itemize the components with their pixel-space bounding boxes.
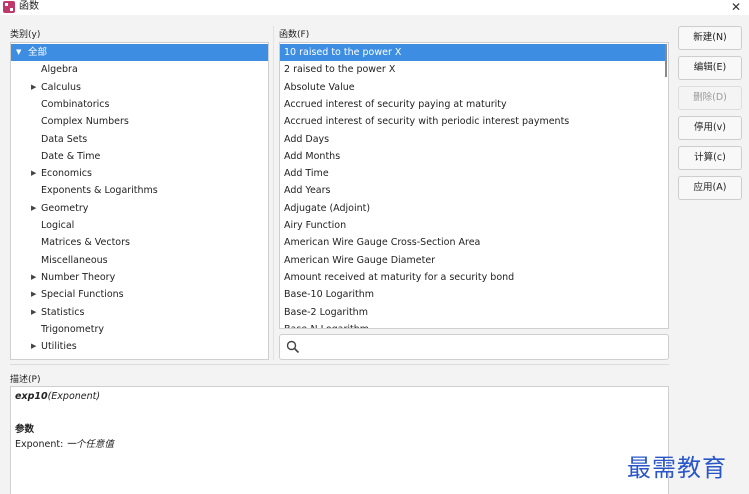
category-item[interactable]: Exponents & Logarithms	[11, 182, 268, 199]
category-item[interactable]: ▶ Economics	[11, 165, 268, 182]
description-label: 描述(P)	[10, 375, 41, 385]
category-label: Statistics	[41, 306, 85, 318]
category-item[interactable]: Data Sets	[11, 131, 268, 148]
category-label: Algebra	[41, 64, 78, 76]
function-item[interactable]: Accrued interest of security with period…	[280, 113, 666, 130]
expand-right-icon[interactable]: ▶	[31, 200, 36, 217]
param-line: Exponent: 一个任意值	[15, 436, 114, 450]
function-list-scrollbar[interactable]	[665, 44, 667, 77]
function-item[interactable]: Add Time	[280, 165, 666, 182]
category-item[interactable]: Date & Time	[11, 148, 268, 165]
title-bar: 函数 ✕	[0, 0, 749, 15]
window-title: 函数	[19, 1, 39, 12]
function-item[interactable]: American Wire Gauge Diameter	[280, 252, 666, 269]
category-label: 全部	[28, 47, 48, 58]
expand-right-icon[interactable]: ▶	[31, 269, 36, 286]
category-item[interactable]: Combinatorics	[11, 96, 268, 113]
function-item[interactable]: 2 raised to the power X	[280, 61, 666, 78]
function-item[interactable]: Base-2 Logarithm	[280, 304, 666, 321]
category-label: Complex Numbers	[41, 116, 129, 128]
params-heading: 参数	[15, 424, 35, 435]
expand-right-icon[interactable]: ▶	[31, 338, 36, 355]
expand-right-icon[interactable]: ▶	[31, 165, 36, 182]
search-icon	[286, 340, 300, 354]
category-label: Matrices & Vectors	[41, 237, 130, 249]
function-item[interactable]: Add Days	[280, 131, 666, 148]
category-item[interactable]: ▶ Geometry	[11, 200, 268, 217]
expand-down-icon[interactable]: ▼	[16, 44, 21, 61]
function-item[interactable]: Absolute Value	[280, 79, 666, 96]
category-item[interactable]: ▶ Utilities	[11, 338, 268, 355]
category-label: Calculus	[41, 81, 81, 93]
category-label: Special Functions	[41, 289, 124, 301]
apply-button[interactable]: 应用(A)	[678, 176, 742, 200]
category-item[interactable]: Matrices & Vectors	[11, 234, 268, 251]
function-signature: exp10(Exponent)	[15, 391, 100, 402]
function-item[interactable]: Adjugate (Adjoint)	[280, 200, 666, 217]
category-item[interactable]: ▶ Number Theory	[11, 269, 268, 286]
watermark-text: 最需教育	[627, 454, 727, 482]
description-panel: exp10(Exponent) 参数 Exponent: 一个任意值	[10, 386, 669, 494]
functions-label: 函数(F)	[279, 30, 310, 40]
splitter-horizontal[interactable]	[10, 364, 669, 365]
function-item[interactable]: 10 raised to the power X	[280, 44, 666, 61]
category-label: Date & Time	[41, 150, 101, 162]
category-label: Trigonometry	[41, 323, 104, 335]
category-label: Exponents & Logarithms	[41, 185, 158, 197]
category-item[interactable]: Complex Numbers	[11, 113, 268, 130]
category-item[interactable]: Trigonometry	[11, 321, 268, 338]
function-name: exp10	[15, 391, 48, 402]
splitter-vertical[interactable]	[273, 26, 274, 360]
calculate-button[interactable]: 计算(c)	[678, 146, 742, 170]
category-item[interactable]: ▶ Special Functions	[11, 286, 268, 303]
category-item[interactable]: Logical	[11, 217, 268, 234]
function-item[interactable]: Airy Function	[280, 217, 666, 234]
category-item[interactable]: ▶ Calculus	[11, 79, 268, 96]
function-args: (Exponent)	[47, 391, 101, 402]
category-label: Miscellaneous	[41, 254, 108, 266]
category-label: Data Sets	[41, 133, 88, 145]
category-tree[interactable]: ▼ 全部 Algebra ▶ Calculus Combinatorics Complex …	[10, 42, 269, 360]
expand-right-icon[interactable]: ▶	[31, 286, 36, 303]
function-item[interactable]: Base-10 Logarithm	[280, 286, 666, 303]
expand-right-icon[interactable]: ▶	[31, 79, 36, 96]
expand-right-icon[interactable]: ▶	[31, 304, 36, 321]
category-label: Economics	[41, 168, 92, 180]
category-label: Utilities	[41, 341, 77, 353]
delete-button[interactable]: 删除(D)	[678, 86, 742, 110]
category-label: Number Theory	[41, 271, 116, 283]
param-description: 一个任意值	[66, 439, 114, 450]
function-item[interactable]: Add Months	[280, 148, 666, 165]
edit-button[interactable]: 编辑(E)	[678, 56, 742, 80]
function-item[interactable]: American Wire Gauge Cross-Section Area	[280, 234, 666, 251]
category-label: Combinatorics	[41, 98, 110, 110]
close-button[interactable]: ✕	[723, 0, 749, 15]
function-item[interactable]: Amount received at maturity for a securi…	[280, 269, 666, 286]
categories-label: 类别(y)	[10, 30, 41, 40]
function-item[interactable]: Base-N Logarithm	[280, 321, 666, 328]
category-item[interactable]: Miscellaneous	[11, 252, 268, 269]
new-button[interactable]: 新建(N)	[678, 26, 742, 50]
function-search-field[interactable]	[279, 334, 669, 360]
deactivate-button[interactable]: 停用(v)	[678, 116, 742, 140]
function-list[interactable]: Base-N LogarithmBase-2 LogarithmBase-10 …	[279, 42, 669, 329]
category-item[interactable]: ▼ 全部	[11, 44, 268, 61]
function-item[interactable]: Add Years	[280, 182, 666, 199]
function-item[interactable]: Accrued interest of security paying at m…	[280, 96, 666, 113]
app-icon	[3, 1, 15, 13]
category-item[interactable]: ▶ Statistics	[11, 304, 268, 321]
param-name: Exponent:	[15, 439, 64, 450]
category-label: Geometry	[41, 202, 89, 214]
category-item[interactable]: Algebra	[11, 61, 268, 78]
category-label: Logical	[41, 220, 75, 231]
